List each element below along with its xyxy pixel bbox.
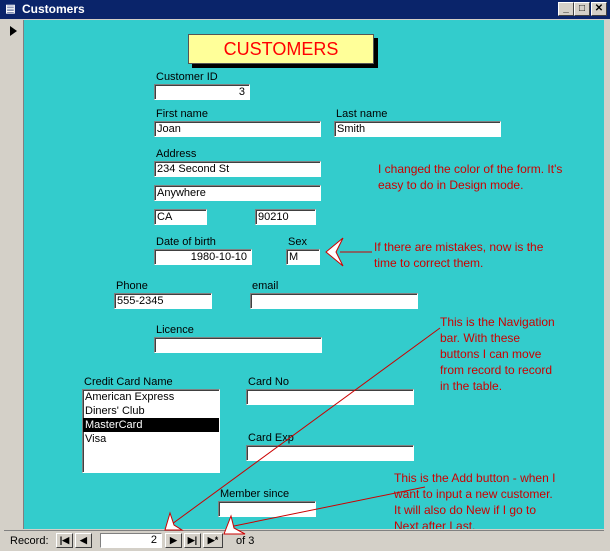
annotation-line: It will also do New if I go to	[394, 503, 537, 517]
card-no-label: Card No	[248, 376, 289, 388]
email-label: email	[252, 280, 279, 292]
sex-label: Sex	[288, 236, 307, 248]
record-number-input[interactable]: 2	[100, 533, 162, 548]
last-record-button[interactable]: ▶|	[184, 533, 201, 548]
mistakes-annotation: If there are mistakes, now is the time t…	[374, 239, 543, 271]
annotation-line: from record to record	[440, 363, 553, 377]
window-title: Customers	[22, 2, 85, 16]
customers-window: ▤ Customers _ □ ✕ CUSTOMERS Customer ID …	[0, 0, 610, 551]
phone-field[interactable]: 555-2345	[114, 293, 212, 309]
list-item-selected[interactable]: MasterCard	[83, 418, 219, 432]
title-bar[interactable]: ▤ Customers _ □ ✕	[0, 0, 610, 19]
previous-record-button[interactable]: ◀	[75, 533, 92, 548]
state-field[interactable]: CA	[154, 209, 207, 225]
city-field[interactable]: Anywhere	[154, 185, 321, 201]
maximize-button[interactable]: □	[574, 2, 590, 16]
annotation-line: buttons I can move	[440, 347, 542, 361]
annotation-line: This is the Navigation	[440, 315, 555, 329]
annotation-line: If there are mistakes, now is the	[374, 240, 544, 254]
navigation-annotation: This is the Navigation bar. With these b…	[440, 314, 555, 394]
address-line1-field[interactable]: 234 Second St	[154, 161, 321, 177]
annotation-line: bar. With these	[440, 331, 521, 345]
form-icon: ▤	[5, 3, 16, 15]
list-item[interactable]: Visa	[83, 432, 219, 446]
last-name-label: Last name	[336, 108, 388, 120]
minimize-button[interactable]: _	[558, 2, 574, 16]
address-label: Address	[156, 148, 197, 160]
annotation-line: easy to do in Design mode.	[378, 178, 524, 192]
annotation-line: I changed the color of the form. It's	[378, 162, 563, 176]
list-item[interactable]: Diners' Club	[83, 404, 219, 418]
record-label: Record:	[10, 535, 49, 547]
first-record-button[interactable]: |◀	[56, 533, 73, 548]
card-exp-label: Card Exp	[248, 432, 294, 444]
form-detail-area: CUSTOMERS Customer ID 3 First name Joan …	[24, 20, 604, 529]
color-annotation: I changed the color of the form. It's ea…	[378, 161, 562, 193]
record-total: 3	[248, 535, 255, 547]
licence-label: Licence	[156, 324, 194, 336]
card-no-field[interactable]	[246, 389, 414, 405]
annotation-line: want to input a new customer.	[394, 487, 553, 501]
annotation-line: time to correct them.	[374, 256, 484, 270]
licence-field[interactable]	[154, 337, 322, 353]
zip-field[interactable]: 90210	[255, 209, 316, 225]
customer-id-label: Customer ID	[156, 71, 218, 83]
member-since-field[interactable]	[218, 501, 316, 517]
of-text: of	[236, 535, 246, 547]
dob-field[interactable]: 1980-10-10	[154, 249, 252, 265]
annotation-line: Next after Last.	[394, 519, 476, 529]
member-since-label: Member since	[220, 488, 290, 500]
credit-card-name-label: Credit Card Name	[84, 376, 173, 388]
list-item[interactable]: American Express	[83, 390, 219, 404]
new-record-button[interactable]: ▶*	[203, 533, 223, 548]
first-name-label: First name	[156, 108, 208, 120]
dob-label: Date of birth	[156, 236, 216, 248]
record-of-label: of 3	[236, 535, 254, 547]
email-field[interactable]	[250, 293, 418, 309]
annotation-line: This is the Add button - when I	[394, 471, 556, 485]
customer-id-field[interactable]: 3	[154, 84, 250, 100]
current-record-arrow-icon	[10, 26, 17, 36]
close-button[interactable]: ✕	[591, 2, 607, 16]
annotation-line: in the table.	[440, 379, 503, 393]
next-record-button[interactable]: ▶	[165, 533, 182, 548]
sex-field[interactable]: M	[286, 249, 320, 265]
last-name-field[interactable]: Smith	[334, 121, 501, 137]
phone-label: Phone	[116, 280, 148, 292]
record-selector[interactable]	[4, 20, 24, 529]
first-name-field[interactable]: Joan	[154, 121, 321, 137]
card-exp-field[interactable]	[246, 445, 414, 461]
navigation-bar: Record: |◀ ◀ 2 ▶ ▶| ▶* of 3	[4, 530, 604, 550]
credit-card-listbox[interactable]: American Express Diners' Club MasterCard…	[82, 389, 220, 473]
add-button-annotation: This is the Add button - when I want to …	[394, 470, 555, 529]
form-header: CUSTOMERS	[188, 34, 374, 64]
